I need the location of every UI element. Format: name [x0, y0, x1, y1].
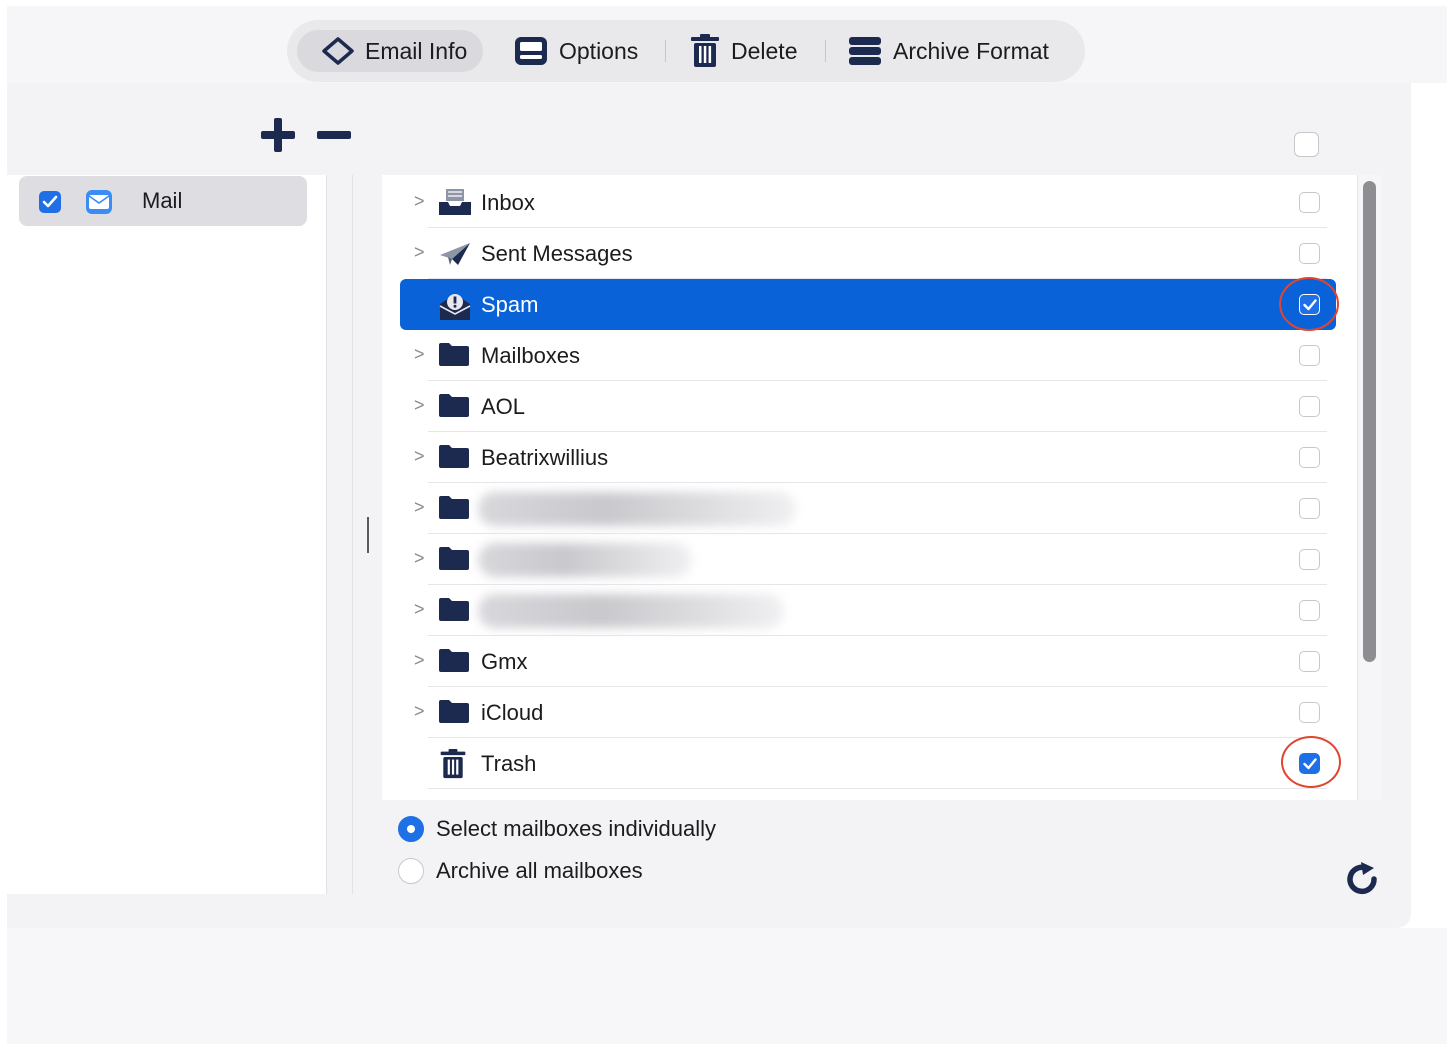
list-item[interactable]: > Gmx — [382, 636, 1357, 687]
selection-highlight — [400, 279, 1336, 330]
trash-icon — [689, 34, 721, 68]
mailbox-checkbox[interactable] — [1299, 396, 1320, 417]
diamond-icon — [321, 36, 355, 66]
tab-email-info-label: Email Info — [365, 37, 468, 64]
sidebar: Mail — [7, 175, 327, 894]
tab-delete-label: Delete — [731, 37, 798, 64]
mailbox-checkbox[interactable] — [1299, 702, 1320, 723]
tab-archive-format[interactable]: Archive Format — [847, 30, 1049, 72]
tab-options-label: Options — [559, 37, 639, 64]
annotation-circle — [1279, 277, 1339, 331]
inbox-tray-icon — [438, 188, 472, 221]
folder-icon — [438, 392, 470, 423]
mailbox-label: Beatrixwillius — [481, 445, 609, 470]
mailbox-label: Spam — [481, 292, 539, 317]
mailbox-checkbox[interactable] — [1299, 600, 1320, 621]
paper-plane-icon — [438, 239, 472, 272]
add-remove-controls — [259, 116, 353, 159]
chevron-right-icon[interactable]: > — [414, 242, 425, 263]
list-item[interactable]: > Sent Messages — [382, 228, 1357, 279]
toolbar-divider — [665, 40, 666, 62]
folder-icon — [438, 494, 470, 525]
folder-icon — [438, 341, 470, 372]
app-window: Email Info Options Delete Archive Format — [0, 0, 1456, 1044]
chevron-right-icon[interactable]: > — [414, 395, 425, 416]
list-item-selected[interactable]: Spam — [382, 279, 1357, 330]
list-item[interactable]: > Inbox — [382, 177, 1357, 228]
mailbox-label: Sent Messages — [481, 241, 633, 266]
redacted-label — [478, 594, 784, 628]
list-item[interactable]: Trash — [382, 738, 1357, 789]
mailbox-label: iCloud — [481, 700, 544, 725]
resize-handle[interactable] — [367, 517, 369, 553]
redacted-label — [478, 543, 692, 577]
radio-select-individually[interactable]: Select mailboxes individually — [398, 816, 716, 842]
mailbox-checkbox[interactable] — [1299, 447, 1320, 468]
folder-icon — [438, 443, 470, 474]
chevron-right-icon[interactable]: > — [414, 599, 425, 620]
redacted-label — [478, 492, 796, 526]
list-item[interactable]: > AOL — [382, 381, 1357, 432]
mailbox-list: > Inbox > Sent Messages Spam > Mailboxes… — [382, 175, 1357, 800]
list-item[interactable]: > Beatrixwillius — [382, 432, 1357, 483]
remove-button[interactable] — [315, 116, 353, 159]
tab-options[interactable]: Options — [513, 30, 638, 72]
tab-delete[interactable]: Delete — [689, 30, 797, 72]
mailbox-label: Trash — [481, 751, 537, 776]
splitter[interactable] — [327, 175, 353, 894]
sidebar-item-mail[interactable]: Mail — [19, 176, 307, 226]
tab-email-info[interactable]: Email Info — [297, 30, 484, 72]
mail-checkbox[interactable] — [39, 191, 61, 213]
mailbox-checkbox[interactable] — [1299, 345, 1320, 366]
chevron-right-icon[interactable]: > — [414, 344, 425, 365]
folder-icon — [438, 698, 470, 729]
tab-archive-format-label: Archive Format — [893, 37, 1049, 64]
folder-icon — [438, 647, 470, 678]
row-divider — [428, 788, 1327, 789]
mail-app-icon — [85, 189, 113, 220]
radio-archive-all[interactable]: Archive all mailboxes — [398, 858, 643, 884]
mailbox-checkbox[interactable] — [1299, 192, 1320, 213]
folder-icon — [438, 596, 470, 627]
list-item[interactable]: > iCloud — [382, 687, 1357, 738]
archive-stack-icon — [847, 36, 883, 66]
list-item[interactable]: > — [382, 534, 1357, 585]
radio-label: Archive all mailboxes — [436, 858, 643, 883]
mailbox-label: Mailboxes — [481, 343, 581, 368]
scrollbar-thumb[interactable] — [1363, 181, 1376, 662]
mailbox-checkbox[interactable] — [1299, 549, 1320, 570]
window-footer — [7, 928, 1447, 1044]
add-button[interactable] — [259, 116, 297, 159]
annotation-circle — [1281, 736, 1341, 788]
mailbox-checkbox[interactable] — [1299, 498, 1320, 519]
chevron-right-icon[interactable]: > — [414, 191, 425, 212]
trash-icon — [438, 749, 468, 784]
chevron-right-icon[interactable]: > — [414, 497, 425, 518]
chevron-right-icon[interactable]: > — [414, 701, 425, 722]
chevron-right-icon[interactable]: > — [414, 446, 425, 467]
mailbox-checkbox[interactable] — [1299, 243, 1320, 264]
radio-button[interactable] — [398, 858, 424, 884]
mailbox-label: AOL — [481, 394, 526, 419]
mailbox-label: Inbox — [481, 190, 535, 215]
list-item[interactable]: > — [382, 585, 1357, 636]
mailbox-label: Gmx — [481, 649, 528, 674]
mailbox-checkbox[interactable] — [1299, 651, 1320, 672]
list-item[interactable]: > Mailboxes — [382, 330, 1357, 381]
toolbar-divider — [825, 40, 826, 62]
toolbar: Email Info Options Delete Archive Format — [287, 20, 1085, 82]
radio-button[interactable] — [398, 816, 424, 842]
chevron-right-icon[interactable]: > — [414, 650, 425, 671]
radio-label: Select mailboxes individually — [436, 816, 717, 841]
select-all-checkbox[interactable] — [1294, 132, 1319, 157]
list-item[interactable]: > — [382, 483, 1357, 534]
folder-icon — [438, 545, 470, 576]
refresh-icon[interactable] — [1344, 862, 1380, 901]
spam-envelope-icon — [438, 290, 472, 327]
sidebar-item-label: Mail — [142, 188, 183, 213]
options-icon — [513, 35, 549, 67]
chevron-right-icon[interactable]: > — [414, 548, 425, 569]
